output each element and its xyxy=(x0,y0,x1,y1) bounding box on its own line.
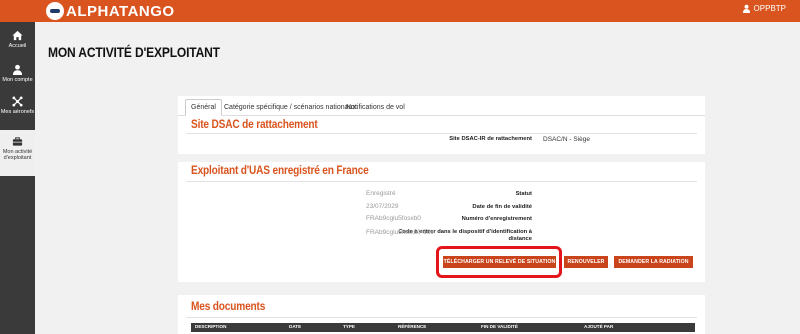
section-divider xyxy=(186,133,697,134)
tab-bar: Général Catégorie spécifique / scénarios… xyxy=(178,96,705,116)
user-icon xyxy=(12,64,23,75)
sidebar-item-mon-compte[interactable]: Mon compte xyxy=(0,64,35,83)
user-menu[interactable]: OPPBTP xyxy=(742,4,786,13)
top-bar: ALPHATANGO OPPBTP xyxy=(0,0,800,22)
documents-section-title: Mes documents xyxy=(191,301,266,313)
tab-notifications-de-vol[interactable]: Notifications de vol xyxy=(341,99,410,116)
column-date[interactable]: DATE xyxy=(289,324,301,329)
field-value-statut: Enregistré xyxy=(366,190,396,197)
tab-general[interactable]: Général xyxy=(185,99,222,116)
sidebar-item-label: Mes aéronefs xyxy=(0,109,35,115)
column-fin-validite[interactable]: FIN DE VALIDITÉ xyxy=(481,324,518,329)
home-icon xyxy=(12,30,23,41)
logo-emblem-icon xyxy=(46,2,64,20)
page-title: MON ACTIVITÉ D'EXPLOITANT xyxy=(48,44,220,60)
section-divider xyxy=(186,317,697,318)
sidebar-item-mes-aeronefs[interactable]: Mes aéronefs xyxy=(0,96,35,115)
sidebar-item-label: Mon compte xyxy=(2,77,33,83)
exploitant-panel: Exploitant d'UAS enregistré en France St… xyxy=(178,162,705,282)
field-value-code: FRAb9cglu5fosxb0-36c xyxy=(366,229,434,236)
column-description[interactable]: DESCRIPTION xyxy=(195,324,226,329)
field-value-numero: FRAb9cglu5fosxb0 xyxy=(366,215,421,222)
download-statement-button[interactable]: TÉLÉCHARGER UN RELEVÉ DE SITUATION xyxy=(443,256,556,268)
brand-name: ALPHATANGO xyxy=(66,2,175,20)
column-ajoute-par[interactable]: AJOUTÉ PAR xyxy=(584,324,613,329)
column-reference[interactable]: RÉFÉRENCE xyxy=(398,324,426,329)
alphatango-logo[interactable]: ALPHATANGO xyxy=(46,1,175,21)
documents-table-header: DESCRIPTION DATE TYPE RÉFÉRENCE FIN DE V… xyxy=(191,323,695,332)
documents-panel: Mes documents DESCRIPTION DATE TYPE RÉFÉ… xyxy=(178,295,705,334)
field-value-date-fin: 23/07/2029 xyxy=(366,203,399,210)
renew-button[interactable]: RENOUVELER xyxy=(564,256,608,268)
drone-icon xyxy=(12,96,23,107)
sidebar-item-label: Mon activité d'exploitant xyxy=(2,149,33,162)
dsac-label: Site DSAC-IR de rattachement xyxy=(449,136,532,142)
sidebar-item-accueil[interactable]: Accueil xyxy=(0,30,35,49)
user-icon xyxy=(742,4,750,13)
briefcase-icon xyxy=(12,137,23,146)
sidebar-item-mon-activite[interactable]: Mon activité d'exploitant xyxy=(0,130,35,176)
tab-categorie-specifique[interactable]: Catégorie spécifique / scénarios nationa… xyxy=(219,99,361,116)
user-name: OPPBTP xyxy=(753,4,786,13)
exploitant-section-title: Exploitant d'UAS enregistré en France xyxy=(191,165,369,177)
section-divider xyxy=(186,181,697,182)
column-type[interactable]: TYPE xyxy=(343,324,355,329)
sidebar: Accueil Mon compte Mes aéronefs Mon acti… xyxy=(0,22,35,334)
field-label-statut: Statut xyxy=(515,191,532,197)
sidebar-item-label: Accueil xyxy=(8,43,27,49)
dsac-value: DSAC/N - Siège xyxy=(543,136,590,143)
dsac-section-title: Site DSAC de rattachement xyxy=(191,119,318,131)
request-radiation-button[interactable]: DEMANDER LA RADIATION xyxy=(614,256,693,268)
dsac-panel: Site DSAC de rattachement Site DSAC-IR d… xyxy=(178,116,705,154)
